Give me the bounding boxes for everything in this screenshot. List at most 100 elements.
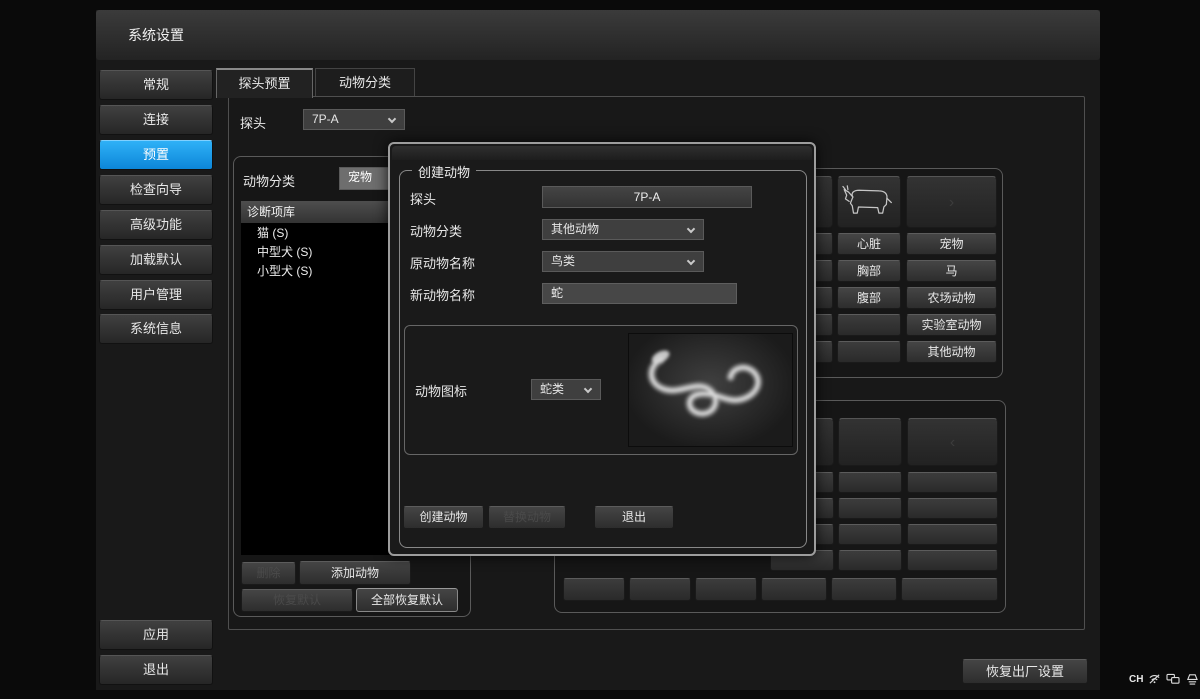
exit-button[interactable]: 退出: [99, 655, 213, 685]
empty-preset-button[interactable]: [838, 524, 902, 545]
dialog-probe-label: 探头: [410, 189, 436, 208]
category-button-other-animal[interactable]: 其他动物: [906, 341, 997, 363]
tab-label: 动物分类: [339, 75, 391, 90]
sidebar-item-connection[interactable]: 连接: [99, 105, 213, 135]
factory-reset-button[interactable]: 恢复出厂设置: [962, 659, 1088, 684]
category-button-lab-animal[interactable]: 实验室动物: [906, 314, 997, 336]
empty-preset-button[interactable]: [695, 578, 757, 601]
empty-preset-button[interactable]: [831, 578, 897, 601]
empty-preset-button[interactable]: [837, 314, 901, 336]
chevron-down-icon: [687, 257, 695, 265]
category-button-farm-animal[interactable]: 农场动物: [906, 287, 997, 309]
status-bar: CH: [1129, 669, 1199, 689]
sidebar-item-label: 连接: [143, 112, 169, 127]
next-page-button[interactable]: ›: [906, 176, 997, 228]
anatomy-button-heart[interactable]: 心脏: [837, 233, 901, 255]
window-titlebar: 系统设置: [96, 10, 1100, 60]
empty-preset-button[interactable]: [837, 341, 901, 363]
delete-animal-button[interactable]: 删除: [241, 562, 296, 585]
empty-preset-button[interactable]: [629, 578, 691, 601]
dialog-probe-value: 7P-A: [542, 186, 752, 208]
screen: 系统设置 常规 连接 预置 检查向导 高级功能 加载默认 用户管理 系统信息 应…: [0, 0, 1200, 699]
cow-outline-icon: [838, 177, 900, 227]
dialog-exit-button[interactable]: 退出: [594, 506, 674, 529]
dialog-new-name-label: 新动物名称: [410, 285, 475, 304]
category-button-pet[interactable]: 宠物: [906, 233, 997, 255]
chevron-down-icon: [388, 115, 396, 123]
cow-image-button[interactable]: [837, 176, 901, 228]
anatomy-button-chest[interactable]: 胸部: [837, 260, 901, 282]
create-animal-group: 创建动物 探头 7P-A 动物分类 其他动物 原动物名称 鸟类 新动物名称 蛇 …: [399, 170, 807, 548]
tab-probe-preset[interactable]: 探头预置: [216, 68, 313, 98]
restore-default-button[interactable]: 恢复默认: [241, 589, 353, 612]
create-animal-dialog: 创建动物 探头 7P-A 动物分类 其他动物 原动物名称 鸟类 新动物名称 蛇 …: [388, 142, 816, 556]
prev-page-button[interactable]: ‹: [907, 418, 998, 466]
language-indicator[interactable]: CH: [1129, 674, 1143, 685]
probe-select[interactable]: 7P-A: [303, 109, 405, 130]
sidebar-item-label: 预置: [143, 147, 169, 162]
dialog-category-select[interactable]: 其他动物: [542, 219, 704, 240]
dialog-replace-button[interactable]: 替换动物: [488, 506, 566, 529]
apply-button[interactable]: 应用: [99, 620, 213, 650]
dialog-group-title: 创建动物: [412, 162, 476, 181]
wifi-off-icon: [1148, 673, 1161, 685]
page-title: 系统设置: [128, 27, 184, 43]
sidebar-item-label: 用户管理: [130, 287, 182, 302]
empty-preset-button[interactable]: [907, 498, 998, 519]
animal-icon-select[interactable]: 蛇类: [531, 379, 601, 400]
empty-preset-button[interactable]: [838, 498, 902, 519]
sidebar-item-system-info[interactable]: 系统信息: [99, 314, 213, 344]
sidebar-item-exam-wizard[interactable]: 检查向导: [99, 175, 213, 205]
dialog-source-name-select[interactable]: 鸟类: [542, 251, 704, 272]
dialog-source-name-label: 原动物名称: [410, 253, 475, 272]
snake-image: [629, 334, 792, 446]
chevron-down-icon: [687, 225, 695, 233]
sidebar-item-label: 常规: [143, 77, 169, 92]
dual-display-icon: [1166, 673, 1180, 685]
dialog-new-name-input[interactable]: 蛇: [542, 283, 737, 304]
empty-preset-button[interactable]: [907, 524, 998, 545]
empty-preset-button[interactable]: [907, 550, 998, 571]
animal-icon-group: 动物图标 蛇类: [404, 325, 798, 455]
empty-preset-button[interactable]: [907, 472, 998, 493]
dialog-category-value: 其他动物: [551, 222, 599, 236]
chevron-down-icon: [584, 385, 592, 393]
sidebar-item-general[interactable]: 常规: [99, 70, 213, 100]
tab-animal-category[interactable]: 动物分类: [315, 68, 415, 98]
animal-image-button[interactable]: [838, 418, 902, 466]
sidebar-item-label: 系统信息: [130, 321, 182, 336]
sidebar-item-user-management[interactable]: 用户管理: [99, 280, 213, 310]
animal-icon-preview: [628, 333, 793, 447]
probe-label: 探头: [240, 113, 266, 132]
sidebar-item-label: 检查向导: [130, 182, 182, 197]
empty-preset-button[interactable]: [838, 472, 902, 493]
prev-page-arrow-icon: ‹: [950, 434, 955, 451]
sidebar-item-preset[interactable]: 预置: [99, 140, 213, 170]
sidebar-item-load-default[interactable]: 加载默认: [99, 245, 213, 275]
dialog-create-button[interactable]: 创建动物: [403, 506, 484, 529]
empty-preset-button[interactable]: [563, 578, 625, 601]
sidebar-item-advanced[interactable]: 高级功能: [99, 210, 213, 240]
empty-preset-button[interactable]: [901, 578, 998, 601]
category-button-horse[interactable]: 马: [906, 260, 997, 282]
dialog-source-name-value: 鸟类: [551, 254, 575, 268]
empty-preset-button[interactable]: [838, 550, 902, 571]
add-animal-button[interactable]: 添加动物: [299, 561, 411, 585]
settings-window: 系统设置 常规 连接 预置 检查向导 高级功能 加载默认 用户管理 系统信息 应…: [96, 10, 1100, 690]
restore-all-default-button[interactable]: 全部恢复默认: [356, 588, 458, 612]
empty-preset-button[interactable]: [761, 578, 827, 601]
apply-label: 应用: [143, 627, 169, 642]
animal-icon-label: 动物图标: [415, 381, 467, 400]
category-select-value: 宠物: [348, 170, 372, 184]
dialog-titlebar[interactable]: [392, 146, 812, 160]
next-page-arrow-icon: ›: [949, 194, 954, 211]
probe-select-value: 7P-A: [312, 112, 339, 126]
animal-icon-value: 蛇类: [540, 382, 564, 396]
tab-label: 探头预置: [238, 76, 290, 91]
device-status-icon: [1185, 673, 1198, 685]
sidebar-item-label: 高级功能: [130, 217, 182, 232]
exit-label: 退出: [143, 662, 169, 677]
sidebar-item-label: 加载默认: [130, 252, 182, 267]
category-label: 动物分类: [243, 171, 295, 190]
anatomy-button-abdomen[interactable]: 腹部: [837, 287, 901, 309]
